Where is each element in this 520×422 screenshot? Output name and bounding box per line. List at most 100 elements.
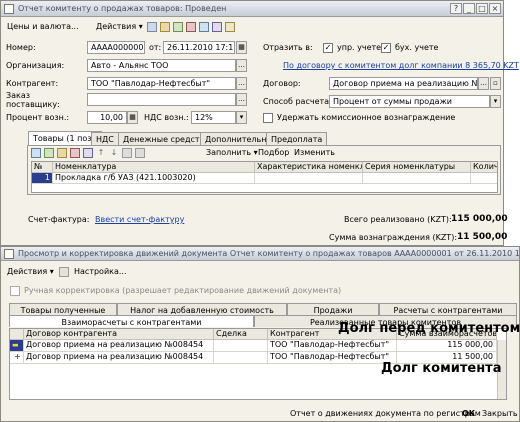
fill-button[interactable]: Заполнить ▾ [203,146,261,159]
post-icon[interactable] [173,22,183,32]
contractor-field[interactable]: ТОО "Павлодар-Нефтесбыт" [87,77,236,90]
movements-titlebar[interactable]: Просмотр и корректировка движений докуме… [1,247,519,261]
organization-field[interactable]: Авто - Альянс ТОО [87,59,236,72]
date-field[interactable]: 26.11.2010 17:11:55 [163,41,235,54]
tab-additional[interactable]: Дополнительно [200,132,277,145]
calc-method-dropdown[interactable]: ▾ [490,95,501,108]
movements-actions-menu[interactable]: Действия ▾ [4,265,57,278]
manual-correction-checkbox[interactable] [10,286,20,296]
number-label: Номер: [6,43,36,52]
mgmt-accounting-checkbox[interactable]: ✓ [323,43,333,53]
close-button[interactable]: × [489,3,501,14]
row-deal[interactable] [214,340,268,352]
row-state-add[interactable]: + [10,352,24,364]
percent-calc-button[interactable]: ▦ [127,111,138,124]
col-header-deal[interactable]: Сделка [214,329,268,340]
goods-grid[interactable]: № Номенклатура Характеристика номенклат.… [31,161,498,193]
supplier-order-field[interactable] [87,93,236,106]
ok-button[interactable]: OK [459,407,478,420]
copy-icon[interactable] [160,22,170,32]
col-header-characteristic[interactable]: Характеристика номенклат... [255,162,363,173]
settings-icon[interactable] [59,267,69,277]
tab-mutual-settlements[interactable]: Взаиморасчеты с контрагентами [9,315,254,327]
contract-select-button[interactable]: … [478,77,489,90]
add-row-icon[interactable] [31,148,41,158]
sort-desc-icon[interactable] [135,148,145,158]
print-icon[interactable] [225,22,235,32]
sort-asc-icon[interactable] [122,148,132,158]
document-titlebar[interactable]: Отчет комитенту о продажах товаров: Пров… [1,1,503,17]
row-nomenclature[interactable]: Прокладка г/б УАЗ (421.1003020) [53,173,255,184]
close-movements-button[interactable]: Закрыть [479,407,520,420]
col-header-quantity[interactable]: Количество [471,162,497,173]
settings-button[interactable]: Настройка... [71,265,130,278]
movements-window-icon [4,248,14,259]
new-icon[interactable] [147,22,157,32]
structure-icon[interactable] [199,22,209,32]
copy-row-icon[interactable] [44,148,54,158]
supplier-order-select-button[interactable]: … [236,93,247,106]
row-quantity[interactable] [471,173,497,184]
row-contractor[interactable]: ТОО "Павлодар-Нефтесбыт" [268,340,397,352]
mgmt-accounting-label: упр. учете [337,43,382,52]
row-number[interactable]: 1 [32,173,53,184]
col-header-contract[interactable]: Договор контрагента [24,329,214,340]
organization-select-button[interactable]: … [236,59,247,72]
col-header-state[interactable] [10,329,24,340]
contractor-select-button[interactable]: … [236,77,247,90]
minimize-button[interactable]: _ [463,3,475,14]
tab-goods-received[interactable]: Товары полученные [9,303,117,315]
row-contract[interactable]: Договор приема на реализацию №008454 [24,352,214,364]
row-sum[interactable]: 115 000,00 [397,340,497,352]
contract-open-button[interactable]: ▫ [490,77,501,90]
row-contractor[interactable]: ТОО "Павлодар-Нефтесбыт" [268,352,397,364]
row-deal[interactable] [214,352,268,364]
actions-menu[interactable]: Действия ▾ [93,20,146,33]
percent-field[interactable]: 10,00 [87,111,127,124]
col-header-number[interactable]: № [32,162,53,173]
unpost-icon[interactable] [186,22,196,32]
invoice-link[interactable]: Ввести счет-фактуру [95,215,184,224]
calc-method-field[interactable]: Процент от суммы продажи [329,95,490,108]
movements-actions-label: Действия [7,267,48,276]
debt-to-consignor-annotation: Долг перед комитентом [338,321,520,336]
tab-settlements[interactable]: Расчеты с контрагентами [379,303,517,315]
contract-debt-link[interactable]: По договору с комитентом долг компании 8… [283,61,519,70]
col-header-nomenclature[interactable]: Номенклатура [53,162,255,173]
manual-correction-label: Ручная корректировка (разрешает редактир… [24,286,342,295]
contract-field[interactable]: Договор приема на реализацию №00845 [329,77,478,90]
change-button[interactable]: Изменить [291,146,338,159]
number-field[interactable]: АААА0000001 [87,41,145,54]
move-up-icon[interactable]: ↑ [96,148,106,158]
movements-icon[interactable] [212,22,222,32]
row-series[interactable] [363,173,471,184]
col-header-series[interactable]: Серия номенклатуры [363,162,471,173]
tab-vat[interactable]: НДС [91,132,119,145]
row-contract[interactable]: Договор приема на реализацию №008454 [24,340,214,352]
end-edit-icon[interactable] [83,148,93,158]
delete-row-icon[interactable] [70,148,80,158]
vat-dropdown-button[interactable]: ▾ [236,111,247,124]
book-accounting-checkbox[interactable]: ✓ [381,43,391,53]
register-report-button[interactable]: Отчет о движениях документа по регистрам [287,407,484,420]
edit-row-icon[interactable] [57,148,67,158]
vat-field[interactable]: 12% [191,111,236,124]
percent-label: Процент возн.: [6,113,70,122]
select-button[interactable]: Подбор [255,146,292,159]
increase-icon: + [14,352,21,361]
row-characteristic[interactable] [255,173,363,184]
register-tabs-row1: Товары полученные Налог на добавленную с… [9,303,517,315]
maximize-button[interactable]: □ [476,3,488,14]
calendar-button[interactable]: ▦ [236,41,247,54]
tab-sales[interactable]: Продажи [287,303,379,315]
consignor-debt-annotation: Долг комитента [381,361,502,376]
row-state-current[interactable]: ▬ [10,340,24,352]
withhold-commission-checkbox[interactable] [263,113,273,123]
move-down-icon[interactable]: ↓ [109,148,119,158]
tab-vat-register[interactable]: Налог на добавленную стоимость [117,303,287,315]
tab-prepayment[interactable]: Предоплата [266,132,328,145]
grid-toolbar-icons: ↑ ↓ [31,148,145,158]
help-button[interactable]: ? [450,3,462,14]
supplier-order-label: Заказ поставщику: [6,91,60,109]
prices-currency-button[interactable]: Цены и валюта... [4,20,82,33]
